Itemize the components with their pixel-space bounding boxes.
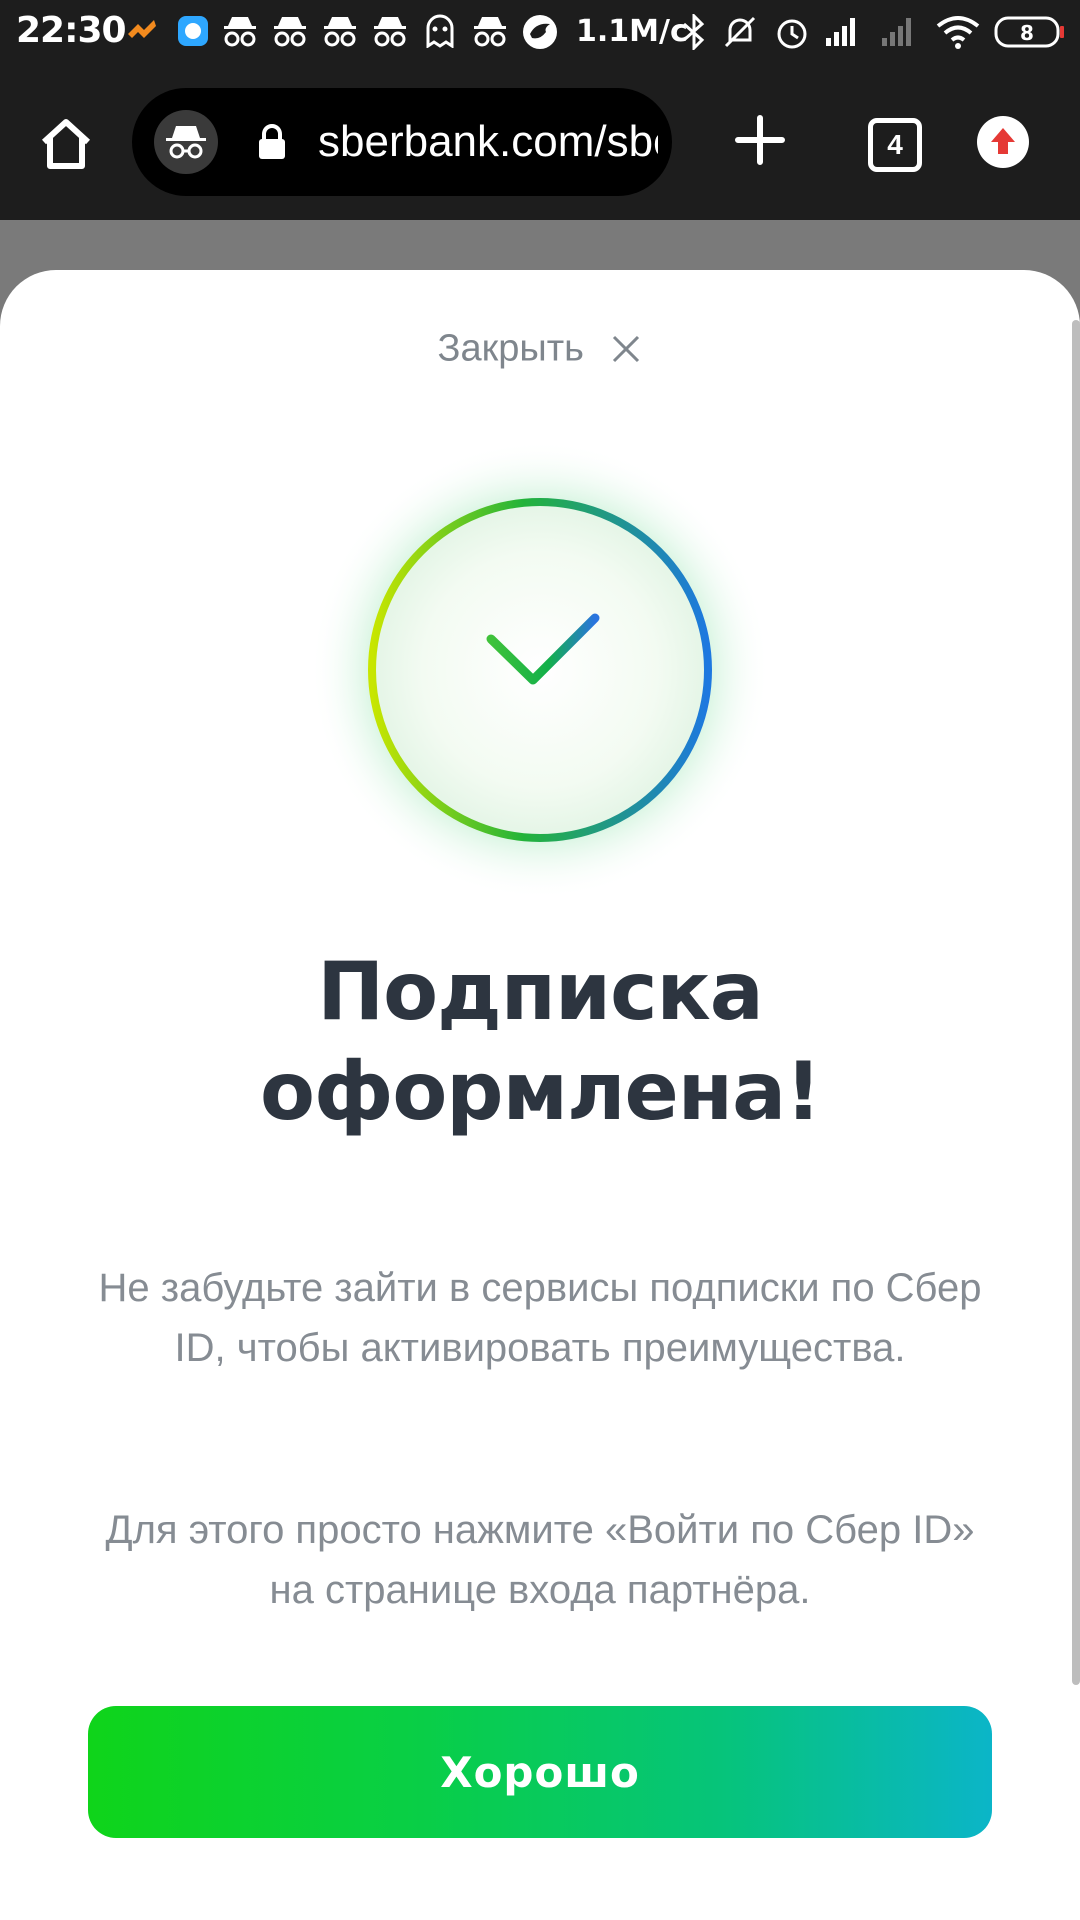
incognito-icon bbox=[474, 17, 506, 47]
close-button[interactable]: Закрыть bbox=[0, 326, 1080, 370]
lock-icon[interactable] bbox=[256, 124, 288, 160]
tab-count: 4 bbox=[887, 129, 903, 160]
bluetooth-icon bbox=[683, 14, 705, 50]
alarm-icon bbox=[777, 19, 807, 49]
success-check-icon bbox=[310, 440, 770, 900]
signal-icon bbox=[826, 18, 855, 46]
ghost-icon bbox=[426, 14, 454, 48]
notification-browser-icon bbox=[178, 16, 208, 46]
update-button[interactable] bbox=[977, 116, 1029, 168]
battery-level: 8 bbox=[1020, 21, 1034, 45]
clock: 22:30 bbox=[16, 10, 127, 51]
bird-app-icon bbox=[523, 15, 557, 49]
incognito-icon bbox=[324, 17, 356, 47]
close-icon bbox=[613, 335, 640, 363]
dialog-message-1: Не забудьте зайти в сервисы подписки по … bbox=[98, 1266, 982, 1370]
status-bar: 22:30 1.1M/c 8 bbox=[0, 0, 1080, 64]
tab-switcher-button[interactable]: 4 bbox=[868, 118, 922, 172]
ok-button[interactable]: Хорошо bbox=[88, 1706, 992, 1838]
network-speed: 1.1M/c bbox=[576, 14, 688, 49]
success-dialog: Закрыть Подписка оформлена! Не забудьте … bbox=[0, 270, 1080, 1920]
incognito-badge[interactable] bbox=[154, 110, 218, 174]
close-label: Закрыть bbox=[437, 327, 584, 370]
browser-toolbar: sberbank.com/sberprime 4 bbox=[0, 64, 1080, 220]
incognito-icon bbox=[274, 17, 306, 47]
scrollbar[interactable] bbox=[1072, 320, 1080, 1685]
new-tab-icon[interactable] bbox=[734, 114, 786, 166]
incognito-icon bbox=[166, 126, 206, 159]
wifi-icon bbox=[936, 16, 980, 49]
url-text[interactable]: sberbank.com/sberprime bbox=[318, 110, 658, 174]
dialog-message-2: Для этого просто нажмите «Войти по Сбер … bbox=[105, 1508, 975, 1612]
home-icon[interactable] bbox=[36, 114, 96, 174]
incognito-icon bbox=[374, 17, 406, 47]
bell-muted-icon bbox=[724, 16, 756, 48]
dialog-title: Подписка оформлена! bbox=[260, 945, 822, 1138]
address-bar[interactable]: sberbank.com/sberprime bbox=[132, 88, 672, 196]
incognito-icon bbox=[224, 17, 256, 47]
arrow-up-icon bbox=[991, 128, 1015, 154]
notification-app-icon bbox=[128, 20, 156, 38]
signal-weak-icon bbox=[882, 18, 911, 46]
battery-icon: 8 bbox=[994, 16, 1064, 48]
